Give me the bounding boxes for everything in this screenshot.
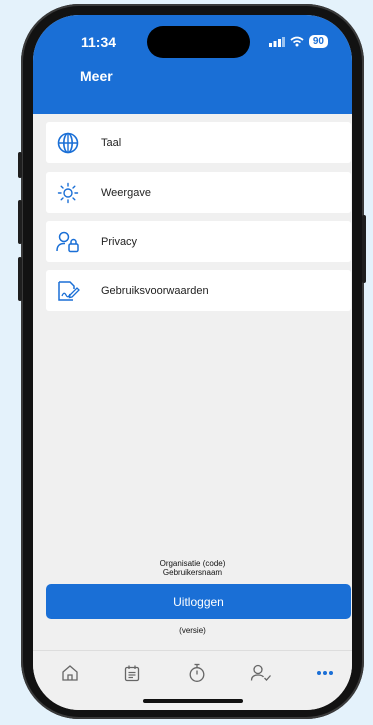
status-time: 11:34 <box>81 34 117 50</box>
app-header: 11:34 90 Meer <box>33 15 352 114</box>
power-button <box>362 215 366 283</box>
home-indicator <box>143 699 243 703</box>
menu-item-gebruiksvoorwaarden[interactable]: Gebruiksvoorwaarden <box>46 270 351 311</box>
menu-item-privacy[interactable]: Privacy <box>46 221 351 262</box>
stopwatch-icon[interactable] <box>185 661 209 685</box>
organization-label: Organisatie (code) <box>159 559 226 568</box>
version-label: (versie) <box>179 626 206 635</box>
app-screen: 11:34 90 Meer Taal Weergave Privacy Gebr… <box>33 15 352 710</box>
globe-icon <box>54 129 82 157</box>
logout-button[interactable]: Uitloggen <box>46 584 351 619</box>
wifi-icon <box>290 36 304 47</box>
page-title: Meer <box>80 68 113 84</box>
sun-icon <box>54 179 82 207</box>
home-icon[interactable] <box>58 661 82 685</box>
user-check-icon[interactable] <box>249 661 273 685</box>
username-label: Gebruikersnaam <box>162 568 223 577</box>
volume-up-button <box>18 200 22 244</box>
user-lock-icon <box>54 228 82 256</box>
document-signature-icon <box>54 277 82 305</box>
volume-down-button <box>18 257 22 301</box>
calendar-icon[interactable] <box>120 661 144 685</box>
signal-icon <box>268 36 285 47</box>
more-icon[interactable] <box>313 661 337 685</box>
menu-item-label: Taal <box>101 136 122 149</box>
menu-item-label: Weergave <box>101 186 151 199</box>
status-icons: 90 <box>268 35 328 48</box>
battery-indicator: 90 <box>308 35 328 48</box>
dynamic-island <box>147 26 250 58</box>
menu-item-label: Privacy <box>101 235 138 248</box>
menu-item-taal[interactable]: Taal <box>46 122 351 163</box>
menu-item-label: Gebruiksvoorwaarden <box>101 284 209 297</box>
menu-item-weergave[interactable]: Weergave <box>46 172 351 213</box>
side-button <box>18 152 22 178</box>
